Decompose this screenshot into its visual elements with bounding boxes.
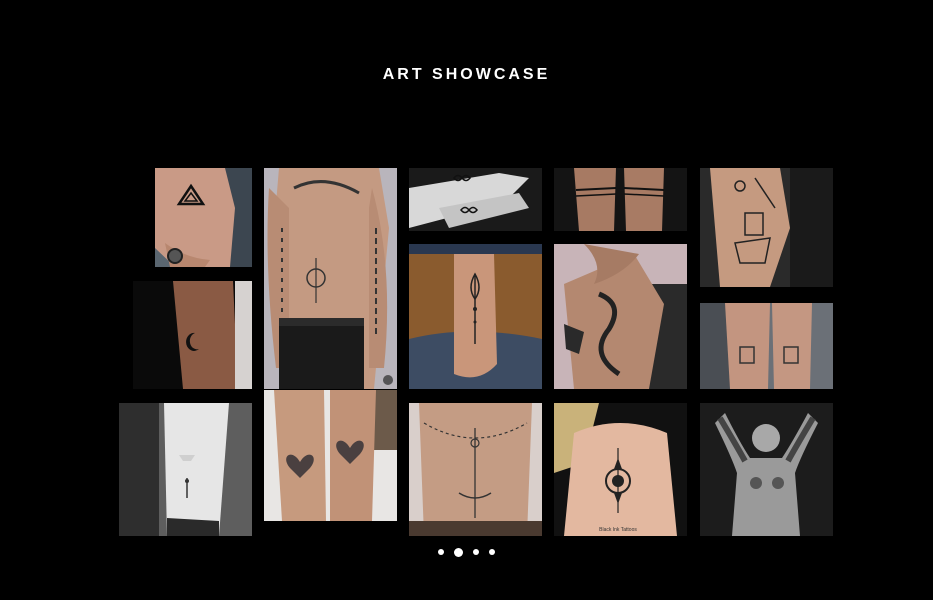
- pagination-dots: [0, 546, 933, 558]
- tile-wrist-stamps-tattoo[interactable]: [700, 303, 833, 389]
- tile-man-full-sleeve-tattoos[interactable]: [700, 403, 833, 536]
- page-dot-4[interactable]: [489, 549, 495, 555]
- tile-forearm-minimal-tattoo[interactable]: [119, 403, 252, 536]
- page-title: ART SHOWCASE: [382, 66, 551, 83]
- tile-arm-snake-tattoo[interactable]: [554, 244, 687, 389]
- tile-hand-triangle-tattoo[interactable]: [155, 168, 252, 267]
- page-dot-2-active[interactable]: [454, 547, 463, 557]
- tile-calf-geometric-tattoo[interactable]: [700, 168, 833, 287]
- page-dot-1[interactable]: [438, 549, 444, 555]
- tile-wrist-moon-tattoo[interactable]: [133, 281, 252, 389]
- tile-ankle-lotus-tattoo[interactable]: [409, 244, 542, 389]
- tile-fingers-infinity-tattoo[interactable]: [409, 168, 542, 231]
- tile-upper-back-mandala-tattoo[interactable]: Black Ink Tattoos: [554, 403, 687, 536]
- tile-back-spine-tattoo[interactable]: [409, 403, 542, 536]
- mandala-caption: Black Ink Tattoos: [599, 527, 637, 533]
- tile-torso-arm-tattoos[interactable]: [264, 168, 397, 389]
- tile-matching-heart-tattoos[interactable]: [264, 390, 397, 521]
- zoom-icon[interactable]: [383, 375, 393, 385]
- tile-forearm-bands-tattoo[interactable]: [554, 168, 687, 231]
- page-dot-3[interactable]: [473, 549, 479, 555]
